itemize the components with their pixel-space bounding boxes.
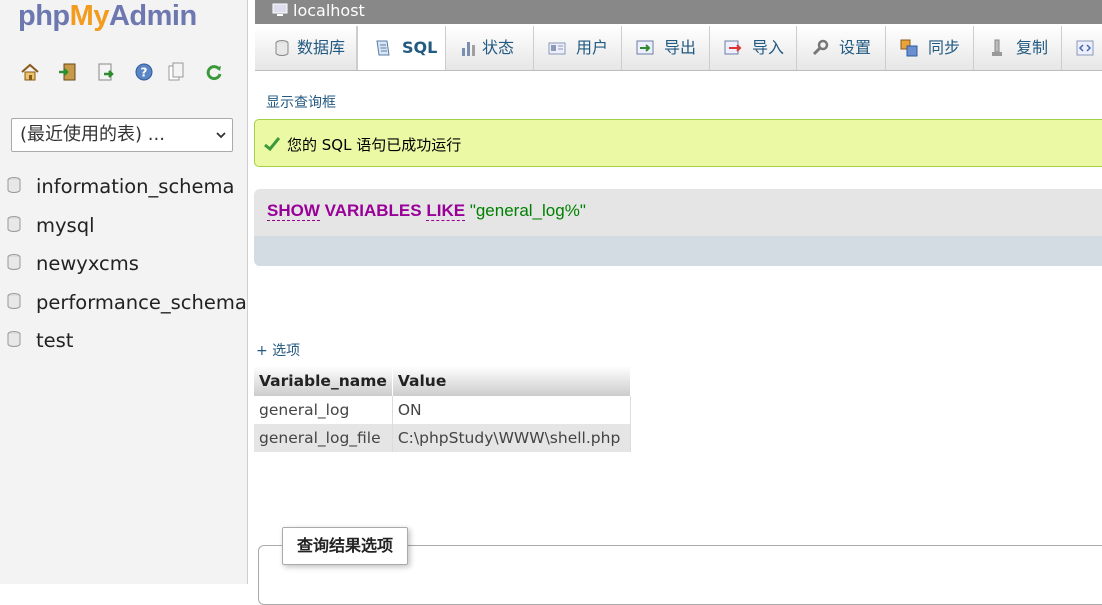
database-item[interactable]: test	[0, 324, 247, 363]
database-list: information_schema mysql newyxcms perfor…	[0, 170, 247, 363]
database-name[interactable]: performance_schema	[36, 291, 247, 314]
tab-label: SQL	[402, 38, 438, 57]
sql-query-display: SHOW VARIABLES LIKE "general_log%"	[254, 189, 1102, 266]
sql-keyword[interactable]: LIKE	[426, 201, 466, 221]
database-icon	[7, 215, 21, 232]
wrench-icon	[812, 39, 829, 56]
column-header[interactable]: Variable_name	[254, 366, 393, 396]
column-header[interactable]: Value	[392, 366, 631, 396]
sql-icon	[376, 40, 390, 56]
database-icon	[7, 177, 21, 193]
database-name[interactable]: newyxcms	[36, 252, 139, 275]
tab-sync[interactable]: 同步	[886, 26, 974, 70]
table-header-row: Variable_name Value	[254, 366, 631, 396]
chevron-down-icon	[216, 132, 226, 139]
database-name[interactable]: test	[36, 329, 73, 352]
result-table: Variable_name Value general_log ON gener…	[254, 366, 631, 452]
tab-export[interactable]: 导出	[622, 26, 710, 70]
database-name[interactable]: information_schema	[36, 175, 234, 198]
table-row: general_log ON	[254, 396, 631, 424]
checkmark-icon	[264, 137, 280, 151]
sql-keyword[interactable]: SHOW	[267, 201, 320, 221]
import-icon	[724, 40, 742, 55]
database-item[interactable]: performance_schema	[0, 286, 247, 325]
docs-icon[interactable]	[166, 62, 186, 82]
svg-text:?: ?	[141, 66, 148, 80]
logout-icon[interactable]	[58, 62, 78, 82]
more-tabs-icon	[1076, 40, 1094, 56]
tab-label: 数据库	[297, 38, 346, 57]
tab-label: 导出	[664, 38, 697, 57]
top-menu-tabs: 数据库 SQL 状态 用户 导出 导入 设置 同步 复制	[255, 26, 1102, 71]
recent-tables-select[interactable]: (最近使用的表) ...	[11, 118, 233, 152]
database-name[interactable]: mysql	[36, 214, 95, 237]
success-text: 您的 SQL 语句已成功运行	[287, 136, 462, 154]
sync-icon	[900, 39, 918, 57]
home-icon[interactable]	[20, 62, 40, 82]
tab-replication[interactable]: 复制	[974, 26, 1062, 70]
options-toggle-link[interactable]: + 选项	[256, 340, 300, 360]
table-cell: general_log	[254, 396, 393, 424]
database-icon	[275, 40, 289, 56]
sql-keyword: VARIABLES	[324, 201, 422, 220]
users-icon	[548, 42, 566, 55]
reload-icon[interactable]	[204, 62, 224, 82]
tab-more[interactable]	[1062, 26, 1102, 70]
query-results-options-legend[interactable]: 查询结果选项	[282, 527, 409, 565]
tab-label: 设置	[839, 38, 872, 57]
server-icon	[272, 3, 288, 16]
navigation-sidebar: phpMyAdmin ? (最近使用的表) ... information_sc…	[0, 0, 248, 584]
tab-label: 导入	[752, 38, 785, 57]
success-message: 您的 SQL 语句已成功运行	[254, 119, 1102, 167]
tab-settings[interactable]: 设置	[797, 26, 886, 70]
tab-databases[interactable]: 数据库	[255, 26, 357, 70]
tab-status[interactable]: 状态	[446, 26, 534, 70]
server-breadcrumb: localhost	[255, 0, 1102, 24]
table-cell: general_log_file	[254, 424, 393, 452]
show-query-box-link[interactable]: 显示查询框	[266, 92, 336, 112]
database-icon	[7, 292, 21, 309]
query-window-icon[interactable]	[96, 62, 116, 82]
database-item[interactable]: newyxcms	[0, 247, 247, 286]
sql-statement: SHOW VARIABLES LIKE "general_log%"	[267, 201, 586, 221]
table-row: general_log_file C:\phpStudy\WWW\shell.p…	[254, 424, 631, 452]
database-icon	[7, 331, 21, 347]
sql-query-toolbar	[254, 236, 1102, 266]
export-icon	[636, 40, 654, 55]
table-cell: ON	[392, 396, 631, 424]
table-cell: C:\phpStudy\WWW\shell.php	[392, 424, 631, 452]
help-icon[interactable]: ?	[134, 62, 154, 82]
tab-label: 用户	[576, 38, 609, 57]
database-item[interactable]: information_schema	[0, 170, 247, 209]
database-icon	[7, 254, 21, 270]
replication-icon	[992, 39, 1002, 56]
tab-import[interactable]: 导入	[710, 26, 797, 70]
tab-label: 复制	[1016, 38, 1049, 57]
database-item[interactable]: mysql	[0, 209, 247, 248]
tab-sql[interactable]: SQL	[357, 26, 446, 70]
sql-string: "general_log%"	[469, 201, 586, 220]
tab-label: 状态	[482, 38, 515, 57]
tab-label: 同步	[928, 38, 961, 57]
tab-users[interactable]: 用户	[534, 26, 622, 70]
status-icon	[462, 42, 475, 56]
server-name-link[interactable]: localhost	[293, 0, 365, 22]
phpmyadmin-logo[interactable]: phpMyAdmin	[18, 0, 197, 33]
recent-tables-select-value: (最近使用的表) ...	[20, 124, 165, 145]
